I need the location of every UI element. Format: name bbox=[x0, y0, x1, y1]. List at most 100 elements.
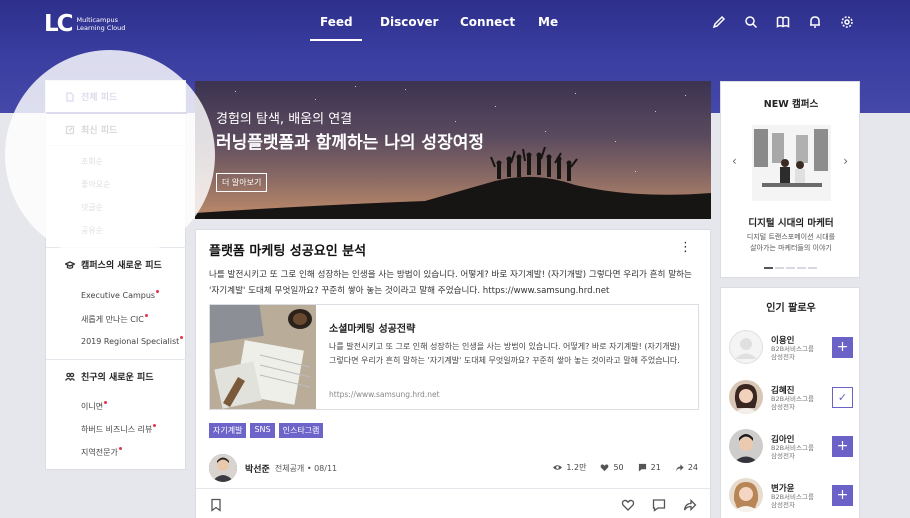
new-dot bbox=[156, 290, 160, 293]
campus-item[interactable]: Executive Campus bbox=[46, 290, 187, 300]
link-description: 나를 발전시키고 또 그로 인해 성장하는 인생을 사는 방법이 있습니다. 어… bbox=[329, 342, 681, 365]
pencil-icon[interactable] bbox=[711, 14, 727, 30]
follow-dept: B2B서비스그룹 삼성전자 bbox=[771, 345, 814, 361]
sort-comments[interactable]: 댓글순 bbox=[46, 202, 187, 213]
bookmark-icon[interactable] bbox=[209, 498, 223, 512]
gear-icon[interactable] bbox=[839, 14, 855, 30]
like-icon[interactable] bbox=[621, 498, 635, 512]
banner-subtitle: 경험의 탐색, 배움의 연결 bbox=[216, 112, 353, 127]
new-campus-panel: NEW 캠퍼스 ‹ › 디지털 시대의 마케터 디지털 트랜스포메이션 시대를 … bbox=[720, 81, 860, 278]
sidebar-item-label: 친구의 새로운 피드 bbox=[81, 373, 154, 383]
link-preview-card[interactable]: 소셜마케팅 성공전략 나를 발전시키고 또 그로 인해 성장하는 인생을 사는 … bbox=[209, 304, 699, 410]
dept-line: 삼성전자 bbox=[771, 501, 795, 509]
comment-icon bbox=[638, 463, 646, 472]
divider bbox=[46, 247, 187, 248]
nav-me[interactable]: Me bbox=[538, 15, 558, 29]
new-dot bbox=[118, 447, 122, 450]
follow-item: 김혜진 B2B서비스그룹 삼성전자 ✓ bbox=[729, 380, 854, 416]
carousel-dot[interactable] bbox=[764, 267, 773, 269]
avatar[interactable] bbox=[209, 454, 237, 482]
campus-item-title[interactable]: 디지털 시대의 마케터 bbox=[721, 215, 861, 229]
logo-line2: Learning Cloud bbox=[76, 24, 126, 32]
share-action-icon[interactable] bbox=[683, 498, 697, 512]
carousel-indicators bbox=[764, 267, 819, 269]
document-icon bbox=[66, 91, 74, 102]
sidebar-item-latest-feed[interactable]: 최신 피드 bbox=[46, 123, 187, 136]
new-dot bbox=[180, 336, 184, 339]
popular-follow-title: 인기 팔로우 bbox=[766, 303, 816, 314]
carousel-dot[interactable] bbox=[808, 267, 817, 269]
sidebar-item-friend-feed[interactable]: 친구의 새로운 피드 bbox=[46, 370, 187, 383]
follow-item: 변가윤 B2B서비스그룹 삼성전자 + bbox=[729, 478, 854, 514]
sort-views[interactable]: 조회순 bbox=[46, 156, 187, 167]
nav-feed[interactable]: Feed bbox=[320, 15, 353, 29]
learn-more-button[interactable]: 더 알아보기 bbox=[216, 173, 268, 192]
views-stat: 1.2만 bbox=[553, 462, 586, 473]
following-button[interactable]: ✓ bbox=[832, 387, 853, 408]
logo-text: Multicampus Learning Cloud bbox=[77, 16, 126, 32]
avatar[interactable] bbox=[729, 429, 763, 463]
link-title: 소셜마케팅 성공전략 bbox=[329, 324, 416, 335]
carousel-dot[interactable] bbox=[775, 267, 784, 269]
comment-action-icon[interactable] bbox=[652, 498, 666, 512]
sort-likes[interactable]: 좋아요순 bbox=[46, 179, 187, 190]
link-url[interactable]: https://www.samsung.hrd.net bbox=[329, 390, 440, 399]
post-title[interactable]: 플랫폼 마케팅 성공요인 분석 bbox=[209, 240, 366, 259]
post-author: 박선준 전체공개 • 08/11 bbox=[209, 454, 337, 482]
friend-item[interactable]: 지역전문가 bbox=[46, 447, 187, 458]
sidebar-item-campus-feed[interactable]: 캠퍼스의 새로운 피드 bbox=[46, 258, 187, 271]
chevron-left-icon[interactable]: ‹ bbox=[732, 154, 737, 168]
divider bbox=[196, 488, 710, 489]
sort-shares[interactable]: 공유순 bbox=[46, 225, 187, 236]
new-dot bbox=[153, 424, 157, 427]
campus-item-label: 2019 Regional Specialist bbox=[81, 337, 180, 346]
divider bbox=[46, 145, 187, 146]
comments-count: 21 bbox=[650, 463, 661, 472]
avatar[interactable] bbox=[729, 330, 763, 364]
campus-thumbnail[interactable] bbox=[752, 125, 831, 201]
carousel-dot[interactable] bbox=[797, 267, 806, 269]
comments-stat: 21 bbox=[638, 462, 661, 473]
carousel-dot[interactable] bbox=[786, 267, 795, 269]
dept-line: B2B서비스그룹 bbox=[771, 493, 814, 501]
follow-button[interactable]: + bbox=[832, 436, 853, 457]
chevron-right-icon[interactable]: › bbox=[843, 154, 848, 168]
search-icon[interactable] bbox=[743, 14, 759, 30]
campus-desc-line: 살아가는 마케터들의 이야기 bbox=[750, 244, 832, 252]
follow-button[interactable]: + bbox=[832, 485, 853, 506]
people-icon bbox=[65, 372, 75, 381]
avatar[interactable] bbox=[729, 478, 763, 512]
follow-dept: B2B서비스그룹 삼성전자 bbox=[771, 444, 814, 460]
tag[interactable]: 자기계발 bbox=[209, 423, 247, 438]
post-body: 나를 발전시키고 또 그로 인해 성장하는 인생을 사는 방법이 있습니다. 어… bbox=[209, 270, 692, 296]
views-count: 1.2만 bbox=[566, 463, 587, 472]
friend-item[interactable]: 하버드 비즈니스 리뷰 bbox=[46, 424, 187, 435]
follow-dept: B2B서비스그룹 삼성전자 bbox=[771, 493, 814, 509]
friend-item[interactable]: 이니면 bbox=[46, 401, 187, 412]
campus-item[interactable]: 새롭게 만나는 CIC bbox=[46, 314, 187, 325]
edit-icon bbox=[65, 125, 75, 134]
bell-icon[interactable] bbox=[807, 14, 823, 30]
author-name[interactable]: 박선준 bbox=[245, 462, 270, 475]
sidebar-item-label: 전체 피드 bbox=[81, 93, 118, 103]
follow-button[interactable]: + bbox=[832, 337, 853, 358]
campus-item-description: 디지털 트랜스포메이션 시대를 살아가는 마케터들의 이야기 bbox=[721, 232, 861, 254]
avatar[interactable] bbox=[729, 380, 763, 414]
logo[interactable]: LC Multicampus Learning Cloud bbox=[44, 11, 125, 37]
more-options-icon[interactable]: ⋮ bbox=[679, 241, 692, 254]
graduation-cap-icon bbox=[65, 260, 75, 269]
tag[interactable]: SNS bbox=[250, 423, 275, 438]
share-icon bbox=[675, 464, 684, 472]
likes-count: 50 bbox=[613, 463, 624, 472]
campus-item[interactable]: 2019 Regional Specialist bbox=[46, 336, 187, 346]
dept-line: B2B서비스그룹 bbox=[771, 395, 814, 403]
tag[interactable]: 인스타그램 bbox=[278, 423, 324, 438]
feed-sidebar: 전체 피드 최신 피드 조회순 좋아요순 댓글순 공유순 캠퍼스의 새로운 피드… bbox=[45, 80, 187, 470]
new-dot bbox=[144, 314, 148, 317]
nav-connect[interactable]: Connect bbox=[460, 15, 515, 29]
hero-banner[interactable]: 경험의 탐색, 배움의 연결 러닝플랫폼과 함께하는 나의 성장여정 더 알아보… bbox=[195, 81, 711, 219]
nav-discover[interactable]: Discover bbox=[380, 15, 438, 29]
book-icon[interactable] bbox=[775, 14, 791, 30]
sidebar-item-all-feed[interactable]: 전체 피드 bbox=[46, 90, 187, 103]
nav-active-indicator bbox=[310, 39, 362, 41]
